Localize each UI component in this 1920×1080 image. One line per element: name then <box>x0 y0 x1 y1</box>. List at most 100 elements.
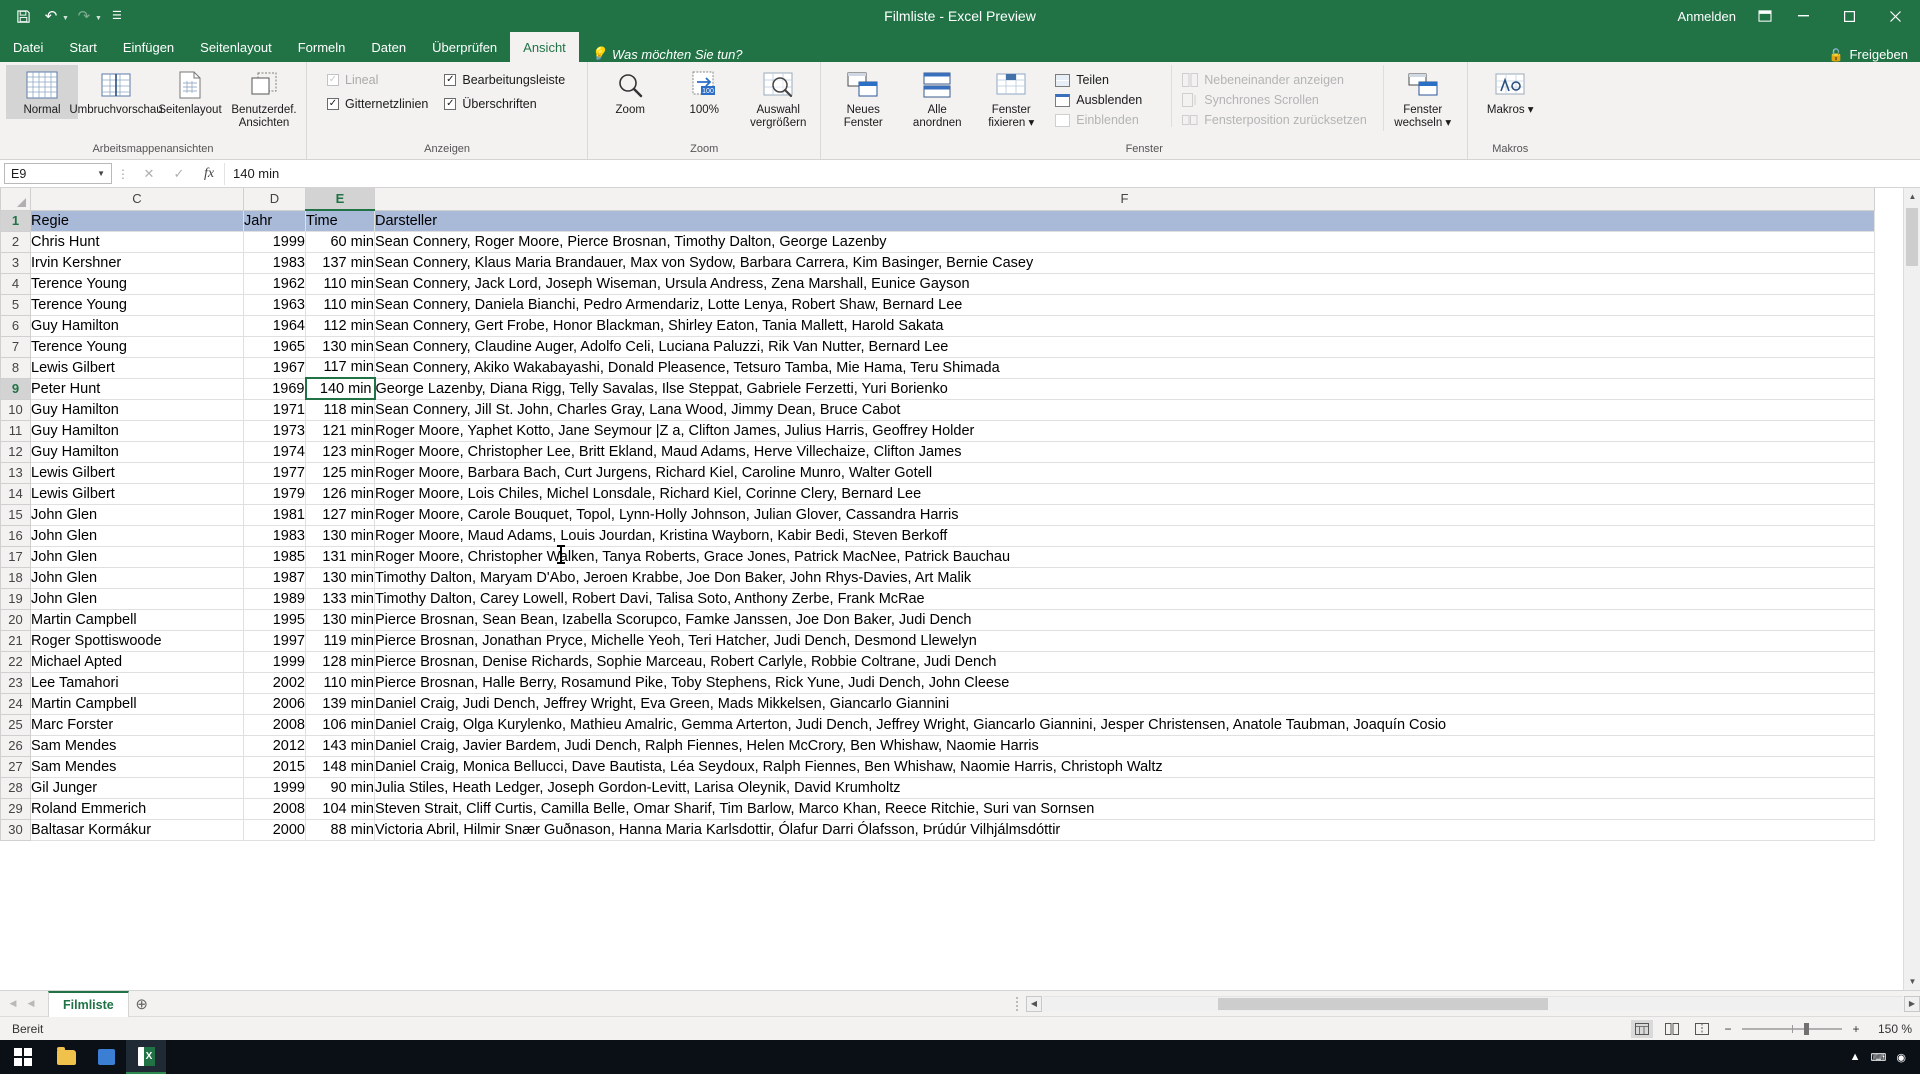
cell-F28[interactable]: Julia Stiles, Heath Ledger, Joseph Gordo… <box>374 777 1875 799</box>
cell-D2[interactable]: 1999 <box>243 231 306 253</box>
select-all-corner[interactable] <box>0 188 31 211</box>
cell-C1[interactable]: Regie <box>30 210 244 232</box>
cell-E8[interactable]: 117 min <box>305 357 375 379</box>
zoom-to-selection-button[interactable]: Auswahl vergrößern <box>742 65 814 131</box>
table-row[interactable]: 13 Lewis Gilbert 1977 125 min Roger Moore, B… <box>0 461 1875 484</box>
table-row[interactable]: 7 Terence Young 1965 130 min Sean Connery, C… <box>0 335 1875 358</box>
undo-dropdown-caret[interactable]: ▼ <box>62 15 69 22</box>
sheet-tab-filmliste[interactable]: Filmliste <box>48 990 129 1017</box>
table-row[interactable]: 3 Irvin Kershner 1983 137 min Sean Connery, … <box>0 251 1875 274</box>
zoom-level-label[interactable]: 150 % <box>1870 1022 1912 1036</box>
scroll-down-arrow[interactable]: ▼ <box>1904 973 1920 990</box>
cell-D27[interactable]: 2015 <box>243 756 306 778</box>
cell-C24[interactable]: Martin Campbell <box>30 693 244 715</box>
cell-C15[interactable]: John Glen <box>30 504 244 526</box>
cell-C19[interactable]: John Glen <box>30 588 244 610</box>
zoom-dialog-button[interactable]: Zoom <box>594 65 666 119</box>
row-header-18[interactable]: 18 <box>0 566 31 589</box>
sheet-nav-first-icon[interactable]: ◀ <box>4 998 22 1009</box>
table-row[interactable]: 18 John Glen 1987 130 min Timothy Dalton, Ma… <box>0 566 1875 589</box>
cell-E17[interactable]: 131 min <box>305 546 375 568</box>
cell-F23[interactable]: Pierce Brosnan, Halle Berry, Rosamund Pi… <box>374 672 1875 694</box>
row-header-16[interactable]: 16 <box>0 524 31 547</box>
ribbon-display-options-icon[interactable] <box>1750 1 1780 31</box>
name-box-dropdown-icon[interactable]: ▼ <box>97 169 105 178</box>
cell-D18[interactable]: 1987 <box>243 567 306 589</box>
table-row[interactable]: 11 Guy Hamilton 1973 121 min Roger Moore, Ya… <box>0 419 1875 442</box>
cell-D8[interactable]: 1967 <box>243 357 306 379</box>
cell-E14[interactable]: 126 min <box>305 483 375 505</box>
cell-E26[interactable]: 143 min <box>305 735 375 757</box>
table-row[interactable]: 30 Baltasar Kormákur 2000 88 min Victoria Ab… <box>0 818 1875 841</box>
vertical-scrollbar[interactable]: ▲ ▼ <box>1903 188 1920 990</box>
horizontal-scroll-thumb[interactable] <box>1218 998 1548 1010</box>
cell-C5[interactable]: Terence Young <box>30 294 244 316</box>
table-row[interactable]: 4 Terence Young 1962 110 min Sean Connery, J… <box>0 272 1875 295</box>
horizontal-scroll-track[interactable] <box>1043 996 1903 1011</box>
cell-D3[interactable]: 1983 <box>243 252 306 274</box>
cell-E27[interactable]: 148 min <box>305 756 375 778</box>
zoom-out-button[interactable]: − <box>1721 1022 1735 1036</box>
zoom-100-button[interactable]: 100 100% <box>668 65 740 119</box>
table-row[interactable]: 2 Chris Hunt 1999 60 min Sean Connery, Roger… <box>0 230 1875 253</box>
cell-C4[interactable]: Terence Young <box>30 273 244 295</box>
zoom-in-button[interactable]: + <box>1849 1022 1863 1036</box>
cell-C9[interactable]: Peter Hunt <box>30 378 244 400</box>
table-row[interactable]: 15 John Glen 1981 127 min Roger Moore, Carol… <box>0 503 1875 526</box>
cell-D1[interactable]: Jahr <box>243 210 306 232</box>
row-header-6[interactable]: 6 <box>0 314 31 337</box>
view-normal-button[interactable]: Normal <box>6 65 78 119</box>
row-header-28[interactable]: 28 <box>0 776 31 799</box>
row-header-17[interactable]: 17 <box>0 545 31 568</box>
cell-E30[interactable]: 88 min <box>305 819 375 841</box>
close-button[interactable] <box>1872 0 1918 32</box>
table-row[interactable]: 20 Martin Campbell 1995 130 min Pierce Brosn… <box>0 608 1875 631</box>
sheet-nav-prev-icon[interactable]: ◀ <box>22 998 40 1009</box>
tab-start[interactable]: Start <box>56 32 109 62</box>
table-row[interactable]: 21 Roger Spottiswoode 1997 119 min Pierce Br… <box>0 629 1875 652</box>
cell-D23[interactable]: 2002 <box>243 672 306 694</box>
table-row[interactable]: 23 Lee Tamahori 2002 110 min Pierce Brosnan,… <box>0 671 1875 694</box>
cell-F1[interactable]: Darsteller <box>374 210 1875 232</box>
cell-C6[interactable]: Guy Hamilton <box>30 315 244 337</box>
column-header-e[interactable]: E <box>305 188 375 211</box>
cell-E23[interactable]: 110 min <box>305 672 375 694</box>
cell-F15[interactable]: Roger Moore, Carole Bouquet, Topol, Lynn… <box>374 504 1875 526</box>
cell-E25[interactable]: 106 min <box>305 714 375 736</box>
share-button[interactable]: 🔓 Freigeben <box>1829 47 1909 62</box>
cell-E15[interactable]: 127 min <box>305 504 375 526</box>
arrange-all-button[interactable]: Alle anordnen <box>901 65 973 131</box>
cell-C11[interactable]: Guy Hamilton <box>30 420 244 442</box>
cell-E11[interactable]: 121 min <box>305 420 375 442</box>
view-page-layout-button[interactable]: Seitenlayout <box>154 65 226 119</box>
add-sheet-icon[interactable]: ⊕ <box>129 995 155 1013</box>
undo-icon[interactable]: ↶ <box>38 4 64 28</box>
restore-button[interactable] <box>1826 0 1872 32</box>
cell-F19[interactable]: Timothy Dalton, Carey Lowell, Robert Dav… <box>374 588 1875 610</box>
zoom-slider-thumb[interactable] <box>1804 1022 1809 1035</box>
cell-E24[interactable]: 139 min <box>305 693 375 715</box>
cell-E12[interactable]: 123 min <box>305 441 375 463</box>
cell-D22[interactable]: 1999 <box>243 651 306 673</box>
cell-F12[interactable]: Roger Moore, Christopher Lee, Britt Ekla… <box>374 441 1875 463</box>
row-header-23[interactable]: 23 <box>0 671 31 694</box>
cell-C28[interactable]: Gil Junger <box>30 777 244 799</box>
scroll-right-arrow[interactable]: ▶ <box>1904 995 1920 1012</box>
switch-windows-button[interactable]: Fenster wechseln ▾ <box>1383 65 1461 131</box>
new-window-button[interactable]: Neues Fenster <box>827 65 899 131</box>
name-box[interactable]: E9 ▼ <box>4 163 112 184</box>
cell-F5[interactable]: Sean Connery, Daniela Bianchi, Pedro Arm… <box>374 294 1875 316</box>
cell-E2[interactable]: 60 min <box>305 231 375 253</box>
status-page-layout-view-icon[interactable] <box>1661 1020 1683 1038</box>
row-header-2[interactable]: 2 <box>0 230 31 253</box>
table-row[interactable]: 6 Guy Hamilton 1964 112 min Sean Connery, Ge… <box>0 314 1875 337</box>
checkbox-gridlines[interactable]: ✓ Gitternetzlinien <box>327 97 428 111</box>
formula-input[interactable]: 140 min <box>224 162 1916 185</box>
cell-F25[interactable]: Daniel Craig, Olga Kurylenko, Mathieu Am… <box>374 714 1875 736</box>
cell-E29[interactable]: 104 min <box>305 798 375 820</box>
cell-D5[interactable]: 1963 <box>243 294 306 316</box>
cell-C13[interactable]: Lewis Gilbert <box>30 462 244 484</box>
row-header-13[interactable]: 13 <box>0 461 31 484</box>
cell-F14[interactable]: Roger Moore, Lois Chiles, Michel Lonsdal… <box>374 483 1875 505</box>
row-header-20[interactable]: 20 <box>0 608 31 631</box>
